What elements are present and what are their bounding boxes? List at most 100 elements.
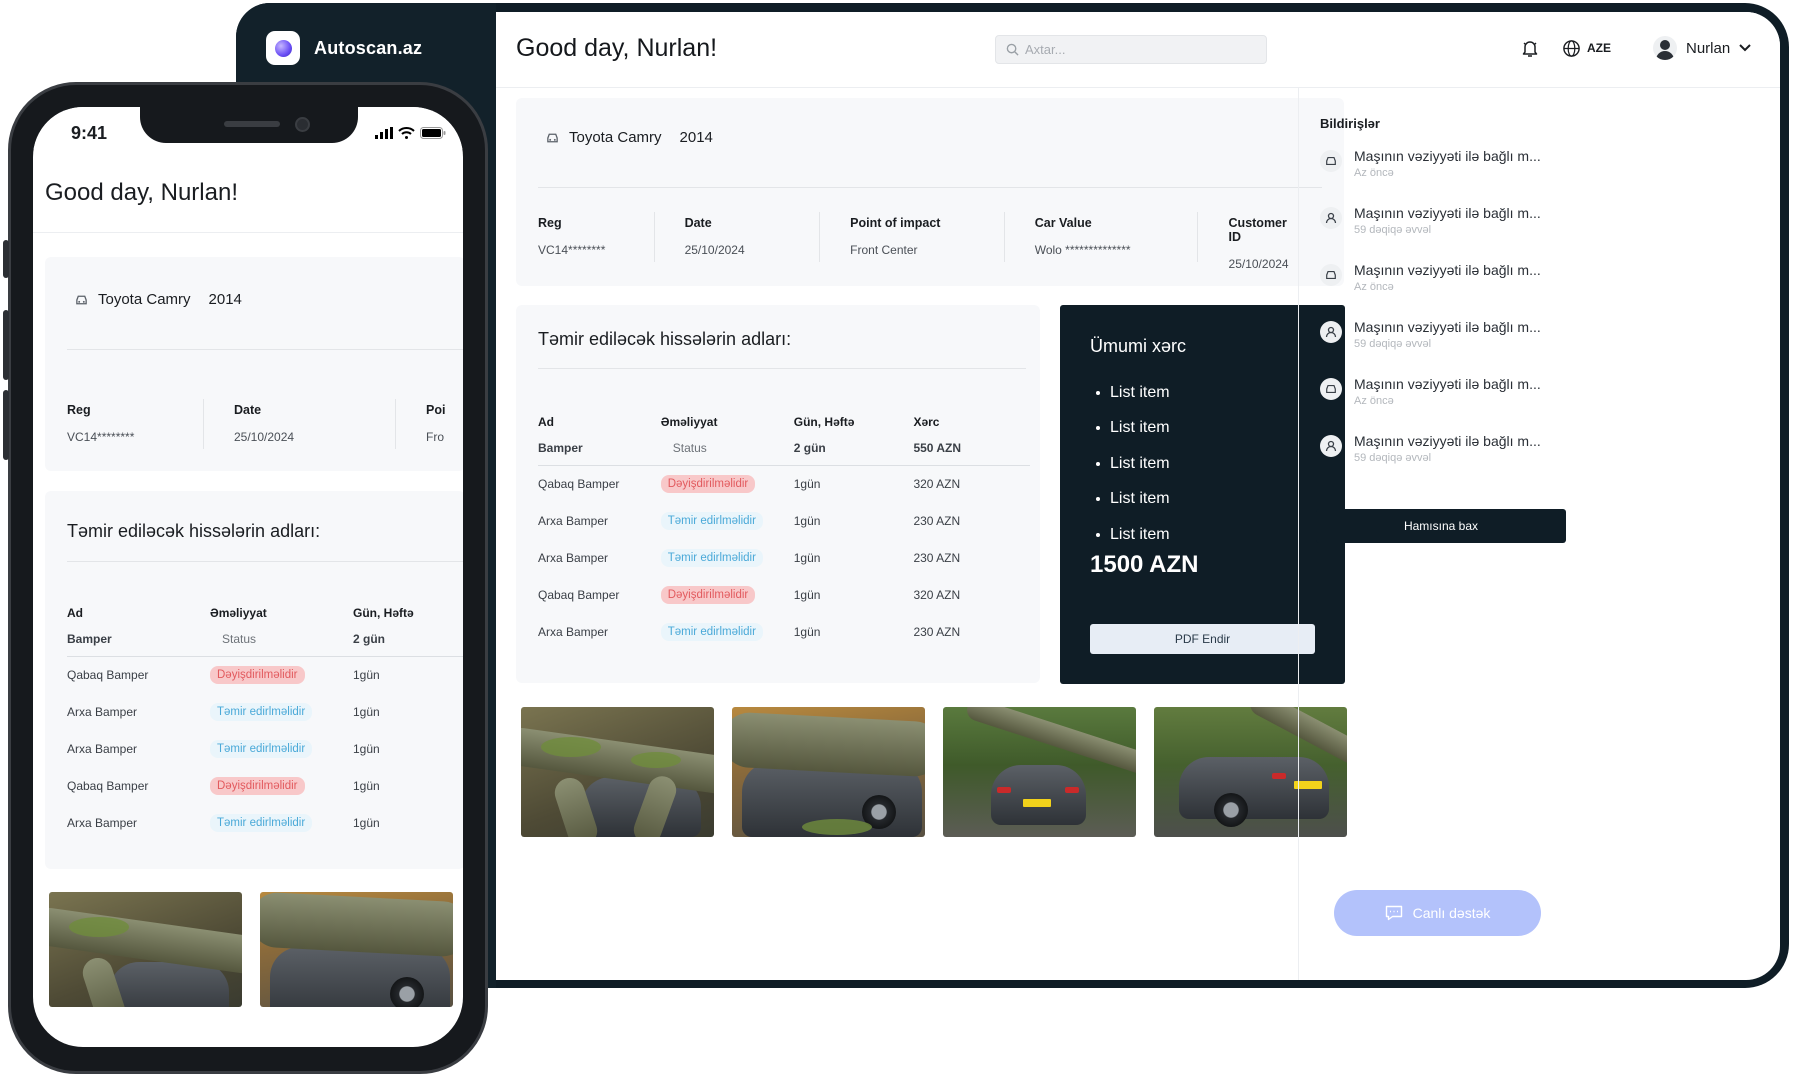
car-icon	[547, 133, 558, 142]
phone-screen: 9:41 Good day, Nurlan! Toyota Camry 2014…	[33, 107, 463, 1047]
list-item: List item	[1096, 517, 1170, 553]
status-badge: Dəyişdirilməlidir	[210, 665, 305, 684]
damage-photo[interactable]	[49, 892, 242, 1007]
repair-parts-title: Təmir ediləcək hissələrin adları:	[67, 521, 321, 541]
list-item: List item	[1096, 411, 1170, 447]
vehicle-model: Toyota Camry	[569, 129, 662, 146]
top-bar: Good day, Nurlan! AZE Nurlan	[496, 12, 1780, 88]
notification-item[interactable]: Maşının vəziyyəti ilə bağlı m... Az öncə	[1320, 148, 1541, 179]
search-box[interactable]	[995, 35, 1267, 64]
live-support-button[interactable]: Canlı dəstək	[1334, 890, 1541, 936]
info-reg: Reg VC14********	[67, 399, 204, 449]
damage-photo[interactable]	[732, 707, 925, 837]
mobile-page-title: Good day, Nurlan!	[45, 179, 238, 206]
phone-side-button	[3, 240, 9, 278]
car-icon	[1320, 264, 1342, 286]
table-row: Arxa Bamper Təmir edirlməlidir 1gün	[67, 702, 380, 721]
status-icons	[375, 127, 446, 139]
status-badge: Təmir edirlməlidir	[210, 813, 313, 832]
notifications-divider	[1298, 88, 1299, 980]
phone-notch	[140, 107, 358, 143]
notifications-title: Bildirişlər	[1320, 116, 1380, 131]
phone-side-button	[3, 310, 9, 380]
mobile-repair-parts-card: Təmir ediləcək hissələrin adları: Ad Əməl…	[45, 491, 463, 869]
page-title: Good day, Nurlan!	[516, 34, 718, 62]
table-header: Ad Əməliyyat Gün, Həftə	[67, 606, 414, 620]
total-cost-list: List item List item List item List item …	[1096, 375, 1170, 553]
status-badge: Təmir edirlməlidir	[210, 702, 313, 721]
table-row: Arxa Bamper Təmir edirlməlidir 1gün 230 AZN	[538, 548, 961, 567]
car-icon	[1320, 378, 1342, 400]
vehicle-year: 2014	[679, 129, 713, 146]
table-row: Qabaq Bamper Dəyişdirilməlidir 1gün	[67, 776, 380, 795]
damage-photo[interactable]	[943, 707, 1136, 837]
table-row: Arxa Bamper Təmir edirlməlidir 1gün 230 AZN	[538, 622, 961, 641]
vehicle-model: Toyota Camry	[98, 291, 191, 308]
status-badge: Təmir edirlməlidir	[660, 622, 763, 641]
table-summary-row: Bamper Status 2 gün	[67, 622, 463, 657]
notification-item[interactable]: Maşının vəziyyəti ilə bağlı m... Az öncə	[1320, 262, 1541, 293]
list-item: List item	[1096, 446, 1170, 482]
avatar	[1653, 36, 1677, 60]
list-item: List item	[1096, 482, 1170, 518]
notification-item[interactable]: Maşının vəziyyəti ilə bağlı m... Az öncə	[1320, 376, 1541, 407]
language-selector[interactable]: AZE	[1562, 39, 1611, 58]
notification-item[interactable]: Maşının vəziyyəti ilə bağlı m... 59 dəqiq…	[1320, 319, 1541, 350]
globe-icon	[1563, 39, 1580, 57]
vehicle-title: Toyota Camry 2014	[546, 129, 713, 146]
list-item: List item	[1096, 375, 1170, 411]
chevron-down-icon	[1739, 44, 1751, 52]
status-badge: Təmir edirlməlidir	[660, 511, 763, 530]
battery-icon	[420, 127, 446, 139]
pdf-download-button[interactable]: PDF Endir	[1090, 624, 1315, 654]
table-row: Arxa Bamper Təmir edirlməlidir 1gün	[67, 739, 380, 758]
repair-parts-table: Ad Əməliyyat Gün, Həftə Bamper Status 2 gün …	[67, 604, 463, 841]
search-input[interactable]	[1025, 42, 1245, 57]
table-row: Qabaq Bamper Dəyişdirilməlidir 1gün 320 AZN	[538, 474, 961, 493]
status-badge: Dəyişdirilməlidir	[210, 776, 305, 795]
damage-photos	[521, 707, 1347, 837]
see-all-button[interactable]: Hamısına bax	[1316, 509, 1566, 543]
info-point-of-impact: Point of impact Front Center	[820, 212, 1005, 271]
table-row: Qabaq Bamper Dəyişdirilməlidir 1gün 320 AZN	[538, 585, 961, 604]
phone-side-button	[3, 390, 9, 460]
info-date: Date 25/10/2024	[655, 212, 821, 271]
user-icon	[1320, 207, 1342, 229]
car-icon	[76, 295, 87, 304]
vehicle-info-row: Reg VC14******** Date 25/10/2024 Point of …	[538, 212, 1322, 271]
mobile-damage-photos	[49, 892, 453, 1007]
vehicle-card: Toyota Camry 2014 Reg VC14******** Date 25…	[516, 98, 1344, 286]
notification-item[interactable]: Maşının vəziyyəti ilə bağlı m... 59 dəqiq…	[1320, 433, 1541, 464]
search-icon	[1006, 43, 1019, 56]
total-amount: 1500 AZN	[1090, 551, 1199, 578]
divider	[538, 187, 1322, 188]
signal-icon	[375, 127, 393, 139]
table-row: Arxa Bamper Təmir edirlməlidir 1gün	[67, 813, 380, 832]
brand-name: Autoscan.az	[314, 37, 423, 58]
user-icon	[1320, 321, 1342, 343]
table-row: Qabaq Bamper Dəyişdirilməlidir 1gün	[67, 665, 380, 684]
notification-item[interactable]: Maşının vəziyyəti ilə bağlı m... 59 dəqiq…	[1320, 205, 1541, 236]
mobile-header: Good day, Nurlan!	[33, 153, 463, 233]
phone-device-frame: 9:41 Good day, Nurlan! Toyota Camry 2014…	[3, 82, 488, 1074]
brand[interactable]: Autoscan.az	[266, 31, 422, 65]
notification-bell-icon[interactable]	[1518, 36, 1542, 60]
vehicle-title: Toyota Camry 2014	[75, 291, 242, 308]
status-bar: 9:41	[33, 107, 463, 149]
repair-parts-table: Ad Əməliyyat Gün, Həftə Xərc Bamper Status 2 …	[538, 413, 1030, 650]
info-reg: Reg VC14********	[538, 212, 655, 271]
damage-photo[interactable]	[1154, 707, 1347, 837]
total-cost-card: Ümumi xərc List item List item List item…	[1060, 305, 1345, 684]
language-label: AZE	[1587, 41, 1611, 55]
mobile-vehicle-card: Toyota Camry 2014 Reg VC14******** Date 25…	[45, 257, 463, 471]
table-summary-row: Bamper Status 2 gün 550 AZN	[538, 431, 1030, 466]
status-badge: Dəyişdirilməlidir	[660, 585, 756, 604]
damage-photo[interactable]	[521, 707, 714, 837]
status-time: 9:41	[71, 123, 108, 143]
damage-photo[interactable]	[260, 892, 453, 1007]
user-menu[interactable]: Nurlan	[1653, 36, 1751, 60]
user-icon	[1320, 435, 1342, 457]
info-point-of-impact: Poi Fro	[426, 403, 446, 444]
repair-parts-card: Təmir ediləcək hissələrin adları: Ad Əməl…	[516, 305, 1040, 683]
status-badge: Təmir edirlməlidir	[660, 548, 763, 567]
